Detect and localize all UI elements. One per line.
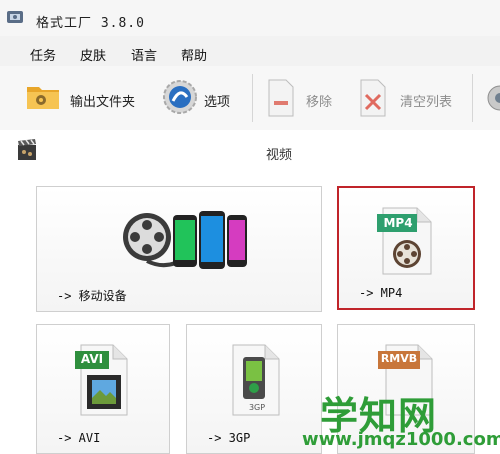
app-icon: [7, 11, 23, 23]
menu-bar: 任务 皮肤 语言 帮助: [0, 36, 500, 66]
tile-3gp-label: -> 3GP: [207, 431, 251, 445]
rmvb-badge: RMVB: [380, 352, 418, 365]
mp4-badge: MP4: [383, 216, 413, 230]
options-button[interactable]: 选项: [158, 66, 243, 130]
category-title: 视频: [266, 148, 293, 163]
avi-badge: AVI: [80, 352, 104, 366]
tile-mp4[interactable]: MP4 -> MP4: [337, 186, 475, 310]
clear-list-icon: [360, 79, 386, 117]
output-folder-label: 输出文件夹: [70, 95, 136, 110]
menu-item-help[interactable]: 帮助: [181, 45, 207, 64]
options-label: 选项: [204, 95, 231, 110]
clear-list-button[interactable]: 清空列表: [354, 66, 464, 130]
clear-list-label: 清空列表: [400, 95, 453, 110]
video-category-icon[interactable]: [16, 138, 38, 162]
category-header: [0, 130, 500, 172]
remove-label: 移除: [306, 95, 333, 110]
remove-button[interactable]: 移除: [262, 66, 347, 130]
tile-mp4-label: -> MP4: [359, 286, 403, 300]
output-folder-button[interactable]: 输出文件夹: [20, 66, 150, 130]
toolbar-separator: [252, 74, 253, 122]
folder-icon: [27, 87, 59, 109]
more-tools-icon[interactable]: [484, 80, 500, 116]
menu-item-skin[interactable]: 皮肤: [80, 45, 106, 64]
tile-mobile-device[interactable]: -> 移动设备: [36, 186, 322, 312]
remove-file-icon: [268, 79, 294, 117]
tile-avi[interactable]: AVI -> AVI: [36, 324, 170, 454]
toolbar-separator: [472, 74, 473, 122]
gear-icon: [163, 80, 197, 114]
tile-mobile-device-label: -> 移动设备: [57, 289, 127, 303]
tile-avi-label: -> AVI: [57, 431, 101, 445]
3gp-badge: 3GP: [248, 403, 266, 412]
window-title: 格式工厂 3.8.0: [36, 16, 145, 31]
menu-item-language[interactable]: 语言: [131, 45, 157, 64]
toolbar: 输出文件夹 选项 移除 清空列表: [0, 66, 500, 131]
watermark-url: www.jmqz1000.com: [302, 429, 500, 450]
mobile-device-icon: [123, 211, 247, 269]
menu-item-task[interactable]: 任务: [30, 45, 56, 64]
